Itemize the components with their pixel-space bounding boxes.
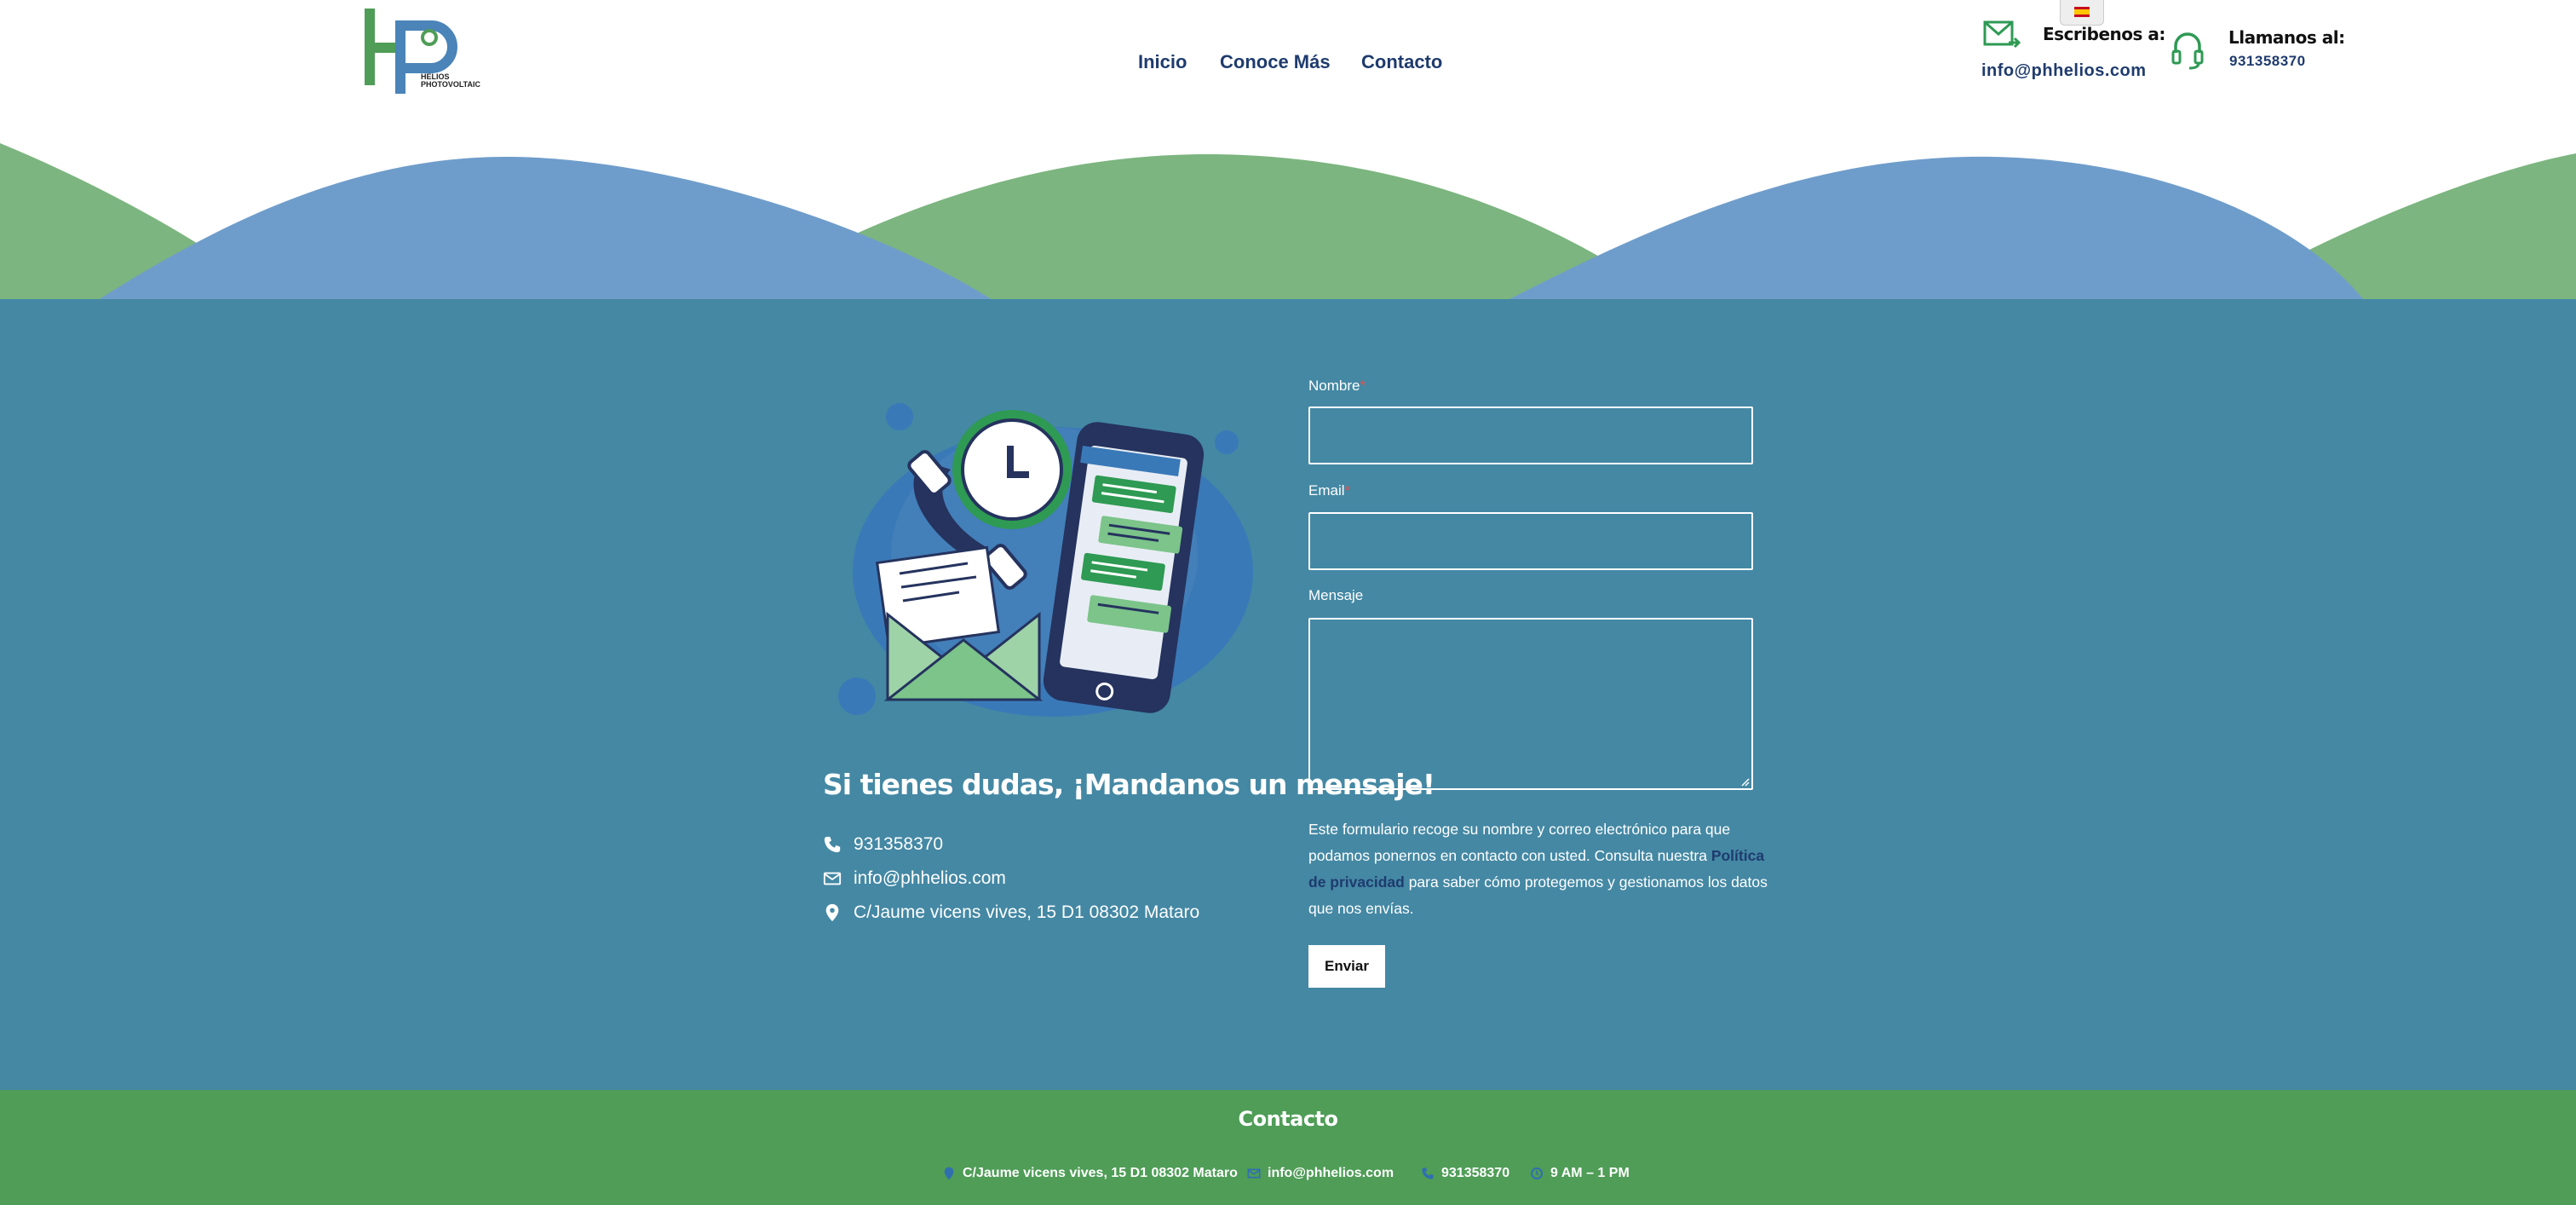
name-field-label: Nombre*: [1308, 378, 1366, 394]
nav-inicio[interactable]: Inicio: [1138, 51, 1187, 73]
email-label: Escribenos a:: [2043, 24, 2165, 44]
contact-address: C/Jaume vicens vives, 15 D1 08302 Mataro: [823, 902, 1199, 923]
contact-email[interactable]: info@phhelios.com: [823, 868, 1006, 889]
header-phone-link[interactable]: 931358370: [2229, 53, 2306, 70]
headset-icon: [2171, 32, 2204, 70]
envelope-icon: [1247, 1168, 1261, 1179]
envelope-icon: [823, 872, 842, 885]
message-field-label: Mensaje: [1308, 587, 1364, 603]
contact-phone-text: 931358370: [854, 834, 944, 854]
site-header: HELIOS PHOTOVOLTAIC Inicio Conoce Más Co…: [0, 0, 2576, 300]
logo-line-2: PHOTOVOLTAIC: [421, 80, 481, 89]
contact-illustration: [838, 403, 1253, 717]
footer-title: Contacto: [1238, 1107, 1338, 1131]
phone-icon: [824, 836, 841, 853]
submit-button[interactable]: Enviar: [1308, 945, 1385, 988]
privacy-notice: Este formulario recoge su nombre y corre…: [1308, 821, 1768, 917]
contact-address-text: C/Jaume vicens vives, 15 D1 08302 Mataro: [854, 902, 1200, 922]
decorative-waves: [0, 143, 2576, 300]
footer-phone[interactable]: 931358370: [1421, 1166, 1509, 1181]
location-pin-icon: [825, 903, 839, 922]
nav-contacto[interactable]: Contacto: [1361, 51, 1442, 73]
message-textarea[interactable]: [1308, 618, 1753, 790]
name-field[interactable]: [1308, 406, 1753, 464]
clock-icon: [1531, 1168, 1543, 1179]
language-flag-es[interactable]: [2060, 0, 2104, 26]
resize-handle-icon[interactable]: [1739, 776, 1750, 787]
contact-email-text: info@phhelios.com: [854, 868, 1006, 888]
email-field-label: Email*: [1308, 482, 1351, 499]
footer-address: C/Jaume vicens vives, 15 D1 08302 Mataro: [942, 1166, 1238, 1181]
footer-hours: 9 AM – 1 PM: [1530, 1166, 1630, 1181]
footer-email[interactable]: info@phhelios.com: [1247, 1166, 1394, 1181]
contact-section: Si tienes dudas, ¡Mandanos un mensaje! 9…: [0, 299, 2576, 1090]
location-pin-icon: [944, 1167, 954, 1180]
nav-conoce-mas[interactable]: Conoce Más: [1220, 51, 1331, 73]
mail-send-icon: [1983, 20, 2021, 49]
email-field[interactable]: [1308, 512, 1753, 570]
phone-label: Llamanos al:: [2228, 27, 2345, 48]
phone-icon: [1422, 1168, 1434, 1179]
site-footer: Contacto C/Jaume vicens vives, 15 D1 083…: [0, 1090, 2576, 1205]
header-email-link[interactable]: info@phhelios.com: [1981, 61, 2147, 81]
contact-phone[interactable]: 931358370: [823, 834, 943, 855]
